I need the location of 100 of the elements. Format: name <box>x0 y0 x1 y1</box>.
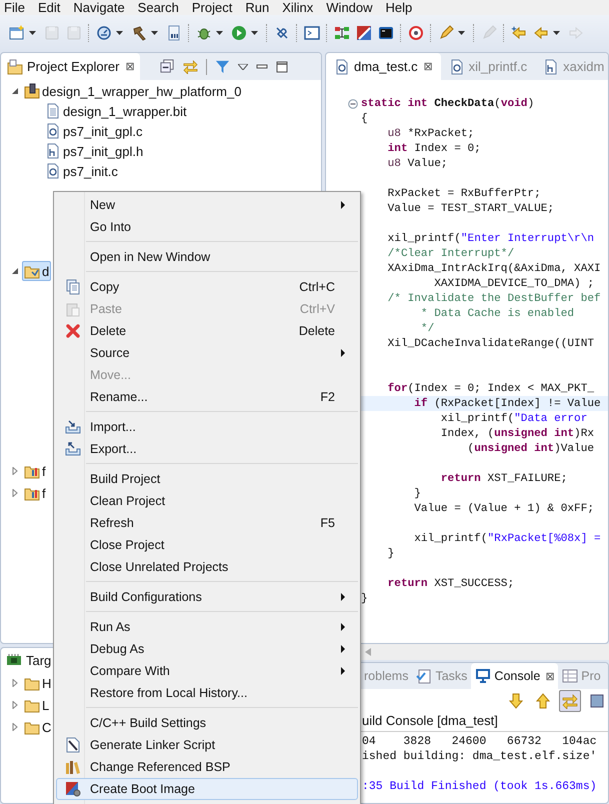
collapse-all-icon[interactable] <box>160 59 176 74</box>
clipboard-icon <box>64 301 80 317</box>
code-line: if (RxPacket[Index] != Value <box>413 398 601 410</box>
chip-folder-icon <box>24 83 40 99</box>
maximize-icon[interactable] <box>276 60 288 72</box>
tab-label: Tasks <box>435 669 468 683</box>
tree-item[interactable]: ps7_init.c <box>43 161 120 181</box>
view-tab[interactable]: Console ⊠ <box>471 663 558 689</box>
menu-item[interactable]: Compare With <box>56 660 358 682</box>
dropdown-caret-icon[interactable] <box>151 30 158 34</box>
menu-item[interactable]: Export... <box>56 438 358 460</box>
tree-item[interactable]: ps7_init_gpl.c <box>43 121 144 141</box>
dropdown-caret-icon[interactable] <box>216 30 223 34</box>
menu-item[interactable]: Import... <box>56 416 358 438</box>
collapsed-arrow-icon[interactable] <box>11 701 19 709</box>
filter-icon[interactable] <box>215 59 230 74</box>
c-file-icon <box>334 58 350 74</box>
menu-item[interactable]: Run As <box>56 616 358 638</box>
menu-item[interactable]: Help <box>386 0 412 15</box>
editor-tab[interactable]: dma_test.c ⊠ <box>326 53 441 80</box>
menu-item[interactable]: File <box>4 0 25 15</box>
menu-item[interactable]: Generate Linker Script <box>56 734 358 756</box>
menu-item[interactable]: Restore from Local History... <box>56 682 358 704</box>
text-file-icon <box>45 103 61 119</box>
tree-item[interactable]: d <box>22 261 52 281</box>
close-button[interactable]: ⊠ <box>125 60 134 73</box>
menu-item[interactable]: Rename... F2 <box>56 386 358 408</box>
blocks-icon <box>334 24 350 40</box>
menu-item[interactable]: Clean Project <box>56 490 358 512</box>
menu-item[interactable]: Project <box>192 0 232 15</box>
tree-item[interactable]: L <box>22 695 52 715</box>
dropdown-caret-icon[interactable] <box>251 30 258 34</box>
code-line: XAXIDMA_DEVICE_TO_DMA) ; <box>433 278 594 290</box>
menu-item[interactable]: Xilinx <box>282 0 314 15</box>
code-line: xil_printf("Data error <box>440 412 588 424</box>
tree-item[interactable]: H <box>22 673 54 693</box>
dropdown-caret-icon[interactable] <box>553 30 560 34</box>
code-line: { <box>361 112 368 124</box>
code-line: int Index = 0; <box>386 142 481 154</box>
code-line: (unsigned int)Value <box>466 442 594 454</box>
collapsed-arrow-icon[interactable] <box>11 723 19 731</box>
board-icon <box>6 652 22 668</box>
redcircle-icon <box>408 24 424 40</box>
tree-item[interactable]: ps7_init_gpl.h <box>43 141 146 161</box>
menu-item[interactable]: Close Unrelated Projects <box>56 556 358 578</box>
menu-item[interactable]: New <box>56 194 358 216</box>
dropdown-caret-icon[interactable] <box>29 30 36 34</box>
c-file-icon <box>45 123 61 139</box>
header-file-icon <box>45 143 61 159</box>
tree-item[interactable]: design_1_wrapper.bit <box>43 101 189 121</box>
menu-item[interactable]: Build Project <box>56 468 358 490</box>
code-line: Value = TEST_START_VALUE; <box>386 202 554 214</box>
menu-item[interactable]: Source <box>56 342 358 364</box>
menu-item[interactable]: Create Boot Image <box>56 778 358 800</box>
code-line: XAxiDma_IntrAckIrq(&AxiDma, XAXI <box>386 262 601 274</box>
tab-label: Pro <box>581 669 601 683</box>
expanded-arrow-icon[interactable] <box>11 87 19 95</box>
close-button[interactable]: ⊠ <box>424 60 433 73</box>
tree-item[interactable]: C <box>22 717 54 737</box>
menu-item[interactable]: Navigate <box>73 0 125 15</box>
menu-item[interactable]: Refresh F5 <box>56 512 358 534</box>
menu-item[interactable]: Change Referenced BSP <box>56 756 358 778</box>
code-line: return XST_SUCCESS; <box>386 578 514 590</box>
menu-item[interactable]: Copy Ctrl+C <box>56 276 358 298</box>
menu-item[interactable]: Window <box>326 0 373 15</box>
collapsed-arrow-icon[interactable] <box>11 467 19 475</box>
tree-item[interactable]: f <box>22 483 48 503</box>
close-button[interactable]: ⊠ <box>545 670 554 682</box>
dropdown-caret-icon[interactable] <box>458 30 465 34</box>
header-file-icon <box>543 58 560 74</box>
menu-item[interactable]: Delete Delete <box>56 320 358 342</box>
menu-item[interactable]: Open in New Window <box>56 246 358 268</box>
menu-item[interactable]: Search <box>138 0 179 15</box>
menu-item[interactable]: Run <box>245 0 270 15</box>
tree-item[interactable]: f <box>22 461 48 481</box>
menu-item[interactable]: Close Project <box>56 534 358 556</box>
menu-item[interactable]: Go Into <box>56 216 358 238</box>
tab-label: dma_test.c <box>354 59 418 74</box>
console-icon <box>378 24 394 40</box>
tab-label: Project Explorer <box>27 59 120 74</box>
code-line: u8 Value; <box>386 158 448 170</box>
code-line: return XST_FAILURE; <box>440 472 568 484</box>
pen-icon <box>481 24 497 40</box>
menu-item[interactable]: Debug As <box>56 638 358 660</box>
tab-label[interactable]: Targ <box>26 652 52 668</box>
copy-icon <box>64 279 80 295</box>
dropdown-caret-icon[interactable] <box>116 30 123 34</box>
tree-item[interactable]: design_1_wrapper_hw_platform_0 <box>22 81 244 101</box>
fold-icon[interactable] <box>348 98 358 108</box>
link-arrows-icon[interactable] <box>183 59 198 74</box>
books-icon <box>64 759 80 775</box>
menu-item[interactable]: Edit <box>38 0 60 15</box>
collapsed-arrow-icon[interactable] <box>11 679 19 687</box>
view-tab[interactable]: Project Explorer ⊠ <box>1 53 140 80</box>
code-line: } <box>386 548 394 560</box>
view-menu-icon[interactable] <box>238 64 248 70</box>
collapsed-arrow-icon[interactable] <box>11 489 19 497</box>
menu-item[interactable]: Build Configurations <box>56 586 358 608</box>
expanded-arrow-icon[interactable] <box>11 267 19 275</box>
checklist-icon <box>416 668 432 684</box>
